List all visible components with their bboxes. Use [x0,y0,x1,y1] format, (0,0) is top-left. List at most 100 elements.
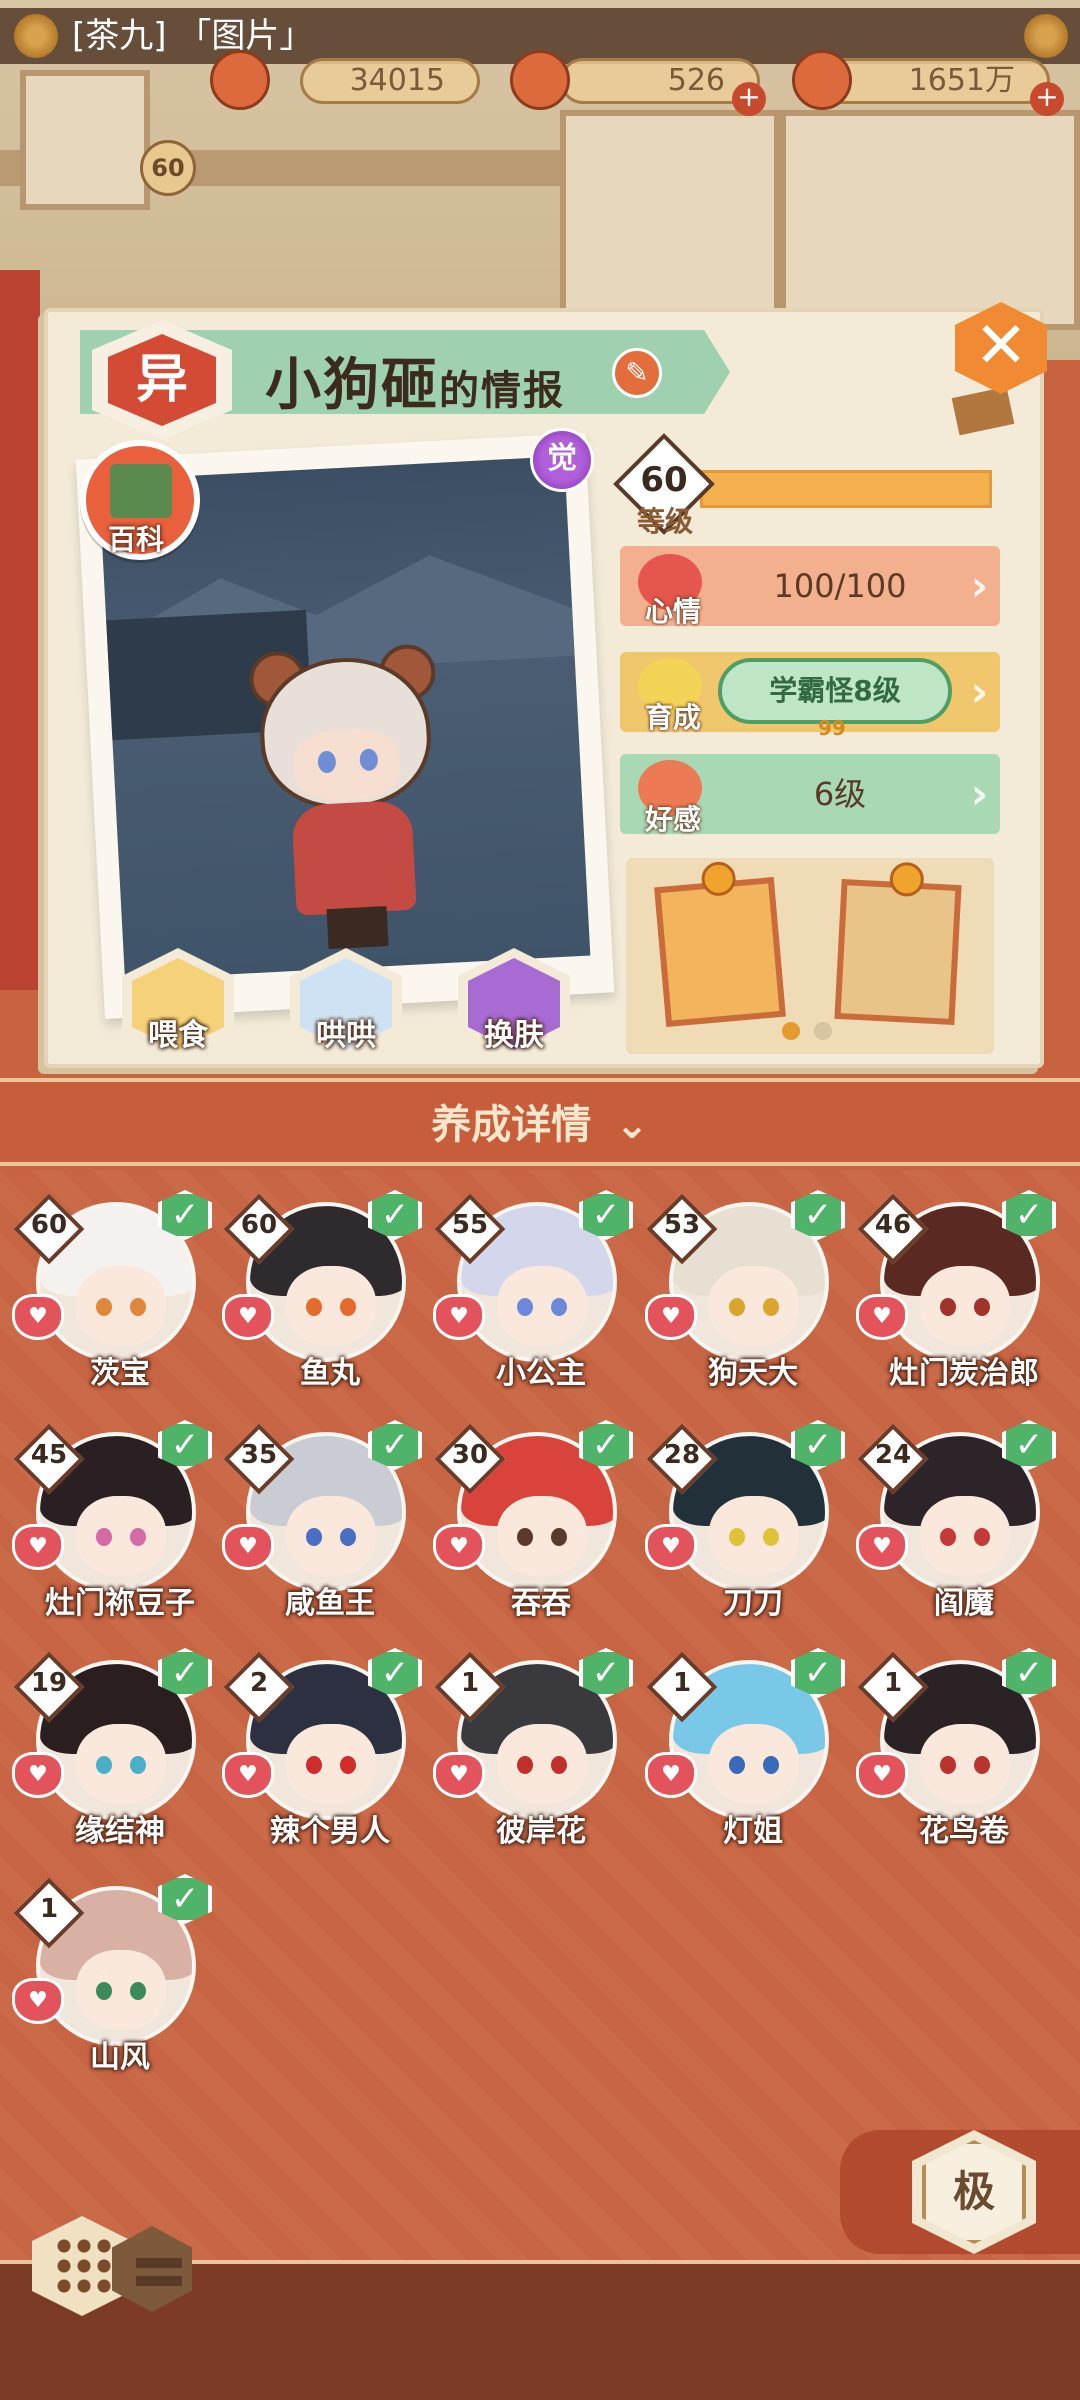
level-value: 60 [640,460,688,500]
chevron-right-icon: › [970,667,988,716]
shikigami-card[interactable]: 1 ✓ ♥ 山风 [12,1872,212,2075]
shikigami-name: 灶门炭治郎 [889,1356,1039,1391]
shikigami-name: 茨宝 [90,1356,150,1391]
shikigami-card[interactable]: 53 ✓ ♥ 狗天大 [645,1188,845,1391]
player-level-badge[interactable]: 60 [140,140,196,196]
pet-title-suffix: 的情报 [439,368,565,414]
jade-counter: 34015 [300,58,480,104]
shikigami-level: 1 [39,1894,59,1924]
shikigami-card[interactable]: 28 ✓ ♥ 刀刀 [645,1418,845,1621]
stamina-counter: 526 [560,58,760,104]
shikigami-level: 1 [883,1668,903,1698]
detail-section-label[interactable]: 养成详情 ⌄ [0,1092,1080,1150]
shikigami-card[interactable]: 60 ✓ ♥ 鱼丸 [222,1188,422,1391]
heart-icon: ♥ [222,1294,274,1340]
shikigami-level: 24 [874,1440,912,1470]
heart-icon: ♥ [222,1752,274,1798]
add-coins-button[interactable]: + [1030,82,1064,116]
heart-icon: ♥ [433,1524,485,1570]
heart-icon: ♥ [433,1294,485,1340]
chevron-right-icon: › [970,769,988,818]
wiki-book-icon [110,464,172,518]
chevron-right-icon: › [970,561,988,610]
heart-icon: ♥ [645,1524,697,1570]
shikigami-name: 狗天大 [708,1356,798,1391]
shikigami-name: 灯姐 [723,1814,783,1849]
affinity-row[interactable]: 好感 6级 › [620,754,1000,836]
shikigami-name: 鱼丸 [300,1356,360,1391]
page-dot-active[interactable] [782,1022,800,1040]
change-skin-button[interactable]: 换肤 [458,948,570,1060]
heart-icon: ♥ [222,1524,274,1570]
level-progress-bar [700,470,992,508]
coin-icon [792,50,852,110]
heart-icon: ♥ [12,1752,64,1798]
shikigami-card[interactable]: 2 ✓ ♥ 辣个男人 [222,1646,422,1849]
shikigami-name: 小公主 [496,1356,586,1391]
shikigami-level: 53 [663,1210,701,1240]
heart-icon: ♥ [433,1752,485,1798]
shikigami-level: 2 [249,1668,269,1698]
memory-card-daruma[interactable] [834,861,962,1026]
heart-icon: ♥ [12,1294,64,1340]
chat-text: [茶九] 「图片」 [72,16,314,56]
shikigami-card[interactable]: 35 ✓ ♥ 咸鱼王 [222,1418,422,1621]
level-label: 等级 [636,505,693,538]
wiki-label: 百科 [108,523,165,556]
rename-pencil-icon[interactable]: ✎ [612,348,662,398]
heart-icon: ♥ [856,1752,908,1798]
flower-icon [1024,14,1068,58]
shikigami-name: 山风 [90,2040,150,2075]
shikigami-card[interactable]: 46 ✓ ♥ 灶门炭治郎 [856,1188,1056,1391]
page-dot[interactable] [814,1022,832,1040]
shikigami-card[interactable]: 19 ✓ ♥ 缘结神 [12,1646,212,1849]
shikigami-card[interactable]: 1 ✓ ♥ 灯姐 [645,1646,845,1849]
shikigami-level: 30 [451,1440,489,1470]
shikigami-level: 1 [460,1668,480,1698]
shikigami-name: 彼岸花 [496,1814,586,1849]
book-spine [0,270,40,990]
shikigami-card[interactable]: 1 ✓ ♥ 彼岸花 [433,1646,633,1849]
shikigami-card[interactable]: 1 ✓ ♥ 花鸟卷 [856,1646,1056,1849]
shikigami-level: 35 [240,1440,278,1470]
shikigami-name: 缘结神 [75,1814,165,1849]
shikigami-level: 60 [240,1210,278,1240]
growth-sub: 99 [818,716,846,740]
heart-icon: ♥ [645,1752,697,1798]
shikigami-card[interactable]: 24 ✓ ♥ 阎魔 [856,1418,1056,1621]
heart-icon: ♥ [12,1978,64,2024]
jade-icon [210,50,270,110]
shikigami-card[interactable]: 45 ✓ ♥ 灶门祢豆子 [12,1418,212,1621]
shikigami-name: 灶门祢豆子 [45,1586,195,1621]
shikigami-card[interactable]: 55 ✓ ♥ 小公主 [433,1188,633,1391]
shikigami-level: 46 [874,1210,912,1240]
shikigami-name: 刀刀 [723,1586,783,1621]
shikigami-name: 花鸟卷 [919,1814,1009,1849]
shikigami-level: 19 [30,1668,68,1698]
mood-row[interactable]: 心情 100/100 › [620,546,1000,628]
shikigami-level: 55 [451,1210,489,1240]
add-stamina-button[interactable]: + [732,82,766,116]
pet-title: 小狗砸的情报 [265,340,565,421]
growth-title-pill: 学霸怪8级 [718,658,952,724]
heart-icon: ♥ [856,1524,908,1570]
shikigami-name: 吞吞 [511,1586,571,1621]
shikigami-level: 28 [663,1440,701,1470]
coax-button[interactable]: 哄哄 [290,948,402,1060]
heart-icon: ♥ [645,1294,697,1340]
pet-name: 小狗砸 [265,353,439,418]
shikigami-name: 辣个男人 [270,1814,390,1849]
shikigami-name: 阎魔 [934,1586,994,1621]
shikigami-level: 60 [30,1210,68,1240]
shikigami-name: 咸鱼王 [285,1586,375,1621]
shikigami-card[interactable]: 60 ✓ ♥ 茨宝 [12,1188,212,1391]
memory-card-hotpot[interactable] [654,860,786,1027]
feed-button[interactable]: 喂食 [122,948,234,1060]
double-chevron-down-icon: ⌄ [615,1102,649,1148]
shikigami-level: 45 [30,1440,68,1470]
list-view-icon [136,2258,182,2288]
stamina-icon [510,50,570,110]
coins-counter: 1651万 [820,58,1050,104]
pin-icon [888,861,925,898]
shikigami-card[interactable]: 30 ✓ ♥ 吞吞 [433,1418,633,1621]
